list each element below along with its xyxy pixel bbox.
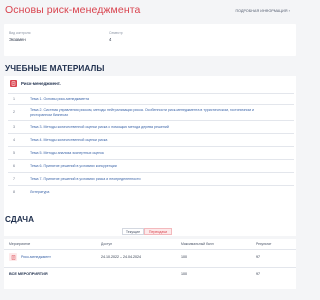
details-link[interactable]: ПОДРОБНАЯ ИНФОРМАЦИЯ › — [235, 8, 290, 13]
course-info-card: Вид контроля Экзамен Семестр 4 — [4, 24, 296, 56]
chevron-right-icon: › — [288, 8, 290, 13]
total-result: 97 — [256, 272, 260, 276]
semester-field: Семестр 4 — [109, 31, 123, 42]
material-row-link[interactable]: Тема 4. Методы количественной оценки рис… — [30, 138, 270, 143]
event-max-score: 100 — [181, 255, 187, 259]
total-max-score: 100 — [181, 272, 187, 276]
event-access-dates: 24.10.2022 – 24.04.2024 — [101, 255, 141, 259]
column-header-event: Мероприятие — [9, 242, 31, 246]
material-row[interactable]: 2 Тема 2. Система управления риском, мет… — [8, 104, 294, 120]
material-row[interactable]: 8 Литература — [8, 185, 294, 198]
material-row-number: 2 — [13, 110, 15, 114]
total-label: ВСЕ МЕРОПРИЯТИЯ — [9, 272, 48, 276]
material-row-number: 5 — [13, 151, 15, 155]
column-header-max-score: Максимальный балл — [181, 242, 214, 246]
control-type-value: Экзамен — [9, 36, 26, 42]
material-row-link[interactable]: Литература — [30, 190, 270, 195]
control-type-label: Вид контроля — [9, 31, 31, 35]
event-result: 97 — [256, 255, 260, 259]
material-row[interactable]: 1 Тема 1. Основы риск-менеджмента — [8, 93, 294, 104]
material-row-link[interactable]: Тема 1. Основы риск-менеджмента — [30, 97, 270, 102]
tab-current[interactable]: Текущие — [122, 228, 144, 235]
material-row-number: 3 — [13, 125, 15, 129]
material-row-number: 7 — [13, 177, 15, 181]
row-divider — [4, 249, 296, 250]
material-row[interactable]: 6 Тема 6. Принятие решений в условиях ко… — [8, 159, 294, 172]
event-name-link[interactable]: Риск-менеджмент — [21, 255, 51, 259]
semester-label: Семестр — [109, 31, 123, 35]
column-header-access: Доступ — [101, 242, 113, 246]
material-row-link[interactable]: Тема 2. Система управления риском, метод… — [30, 108, 270, 117]
materials-section-title: УЧЕБНЫЕ МАТЕРИАЛЫ — [5, 64, 105, 73]
page-title: Основы риск-менеджмента — [5, 4, 141, 16]
material-row[interactable]: 4 Тема 4. Методы количественной оценки р… — [8, 133, 294, 146]
semester-value: 4 — [109, 36, 112, 42]
sdacha-table: Мероприятие Доступ Максимальный балл Рез… — [4, 239, 296, 289]
material-row[interactable]: 3 Тема 3. Методы количественной оценки р… — [8, 120, 294, 133]
material-row-link[interactable]: Тема 5. Методы анализа экспертных оценок — [30, 151, 270, 156]
material-row-number: 4 — [13, 138, 15, 142]
material-row-number: 1 — [13, 97, 15, 101]
material-row-link[interactable]: Тема 3. Методы количественной оценки рис… — [30, 125, 270, 130]
material-row-link[interactable]: Тема 6. Принятие решений в условиях конк… — [30, 164, 270, 169]
material-row-number: 8 — [13, 190, 15, 194]
sdacha-tabs: Текущие Пересдачи — [0, 228, 300, 236]
tab-retakes[interactable]: Пересдачи — [144, 228, 172, 235]
materials-card: Риск-менеджмент. 1 Тема 1. Основы риск-м… — [4, 76, 296, 236]
material-row[interactable]: 5 Тема 5. Методы анализа экспертных оцен… — [8, 146, 294, 159]
column-header-result: Результат — [256, 242, 272, 246]
details-link-label[interactable]: ПОДРОБНАЯ ИНФОРМАЦИЯ — [235, 9, 287, 13]
control-type-field: Вид контроля Экзамен — [9, 31, 30, 42]
materials-group-label[interactable]: Риск-менеджмент. — [21, 81, 61, 86]
sdacha-section-title: СДАЧА — [5, 215, 35, 224]
row-divider — [4, 267, 296, 268]
material-row-number: 6 — [13, 164, 15, 168]
material-row-link[interactable]: Тема 7. Принятие решений в условиях риск… — [30, 177, 270, 182]
materials-group-header[interactable]: Риск-менеджмент. — [7, 80, 293, 90]
material-row[interactable]: 7 Тема 7. Принятие решений в условиях ри… — [8, 172, 294, 185]
book-icon — [10, 80, 17, 87]
document-icon — [9, 253, 17, 261]
